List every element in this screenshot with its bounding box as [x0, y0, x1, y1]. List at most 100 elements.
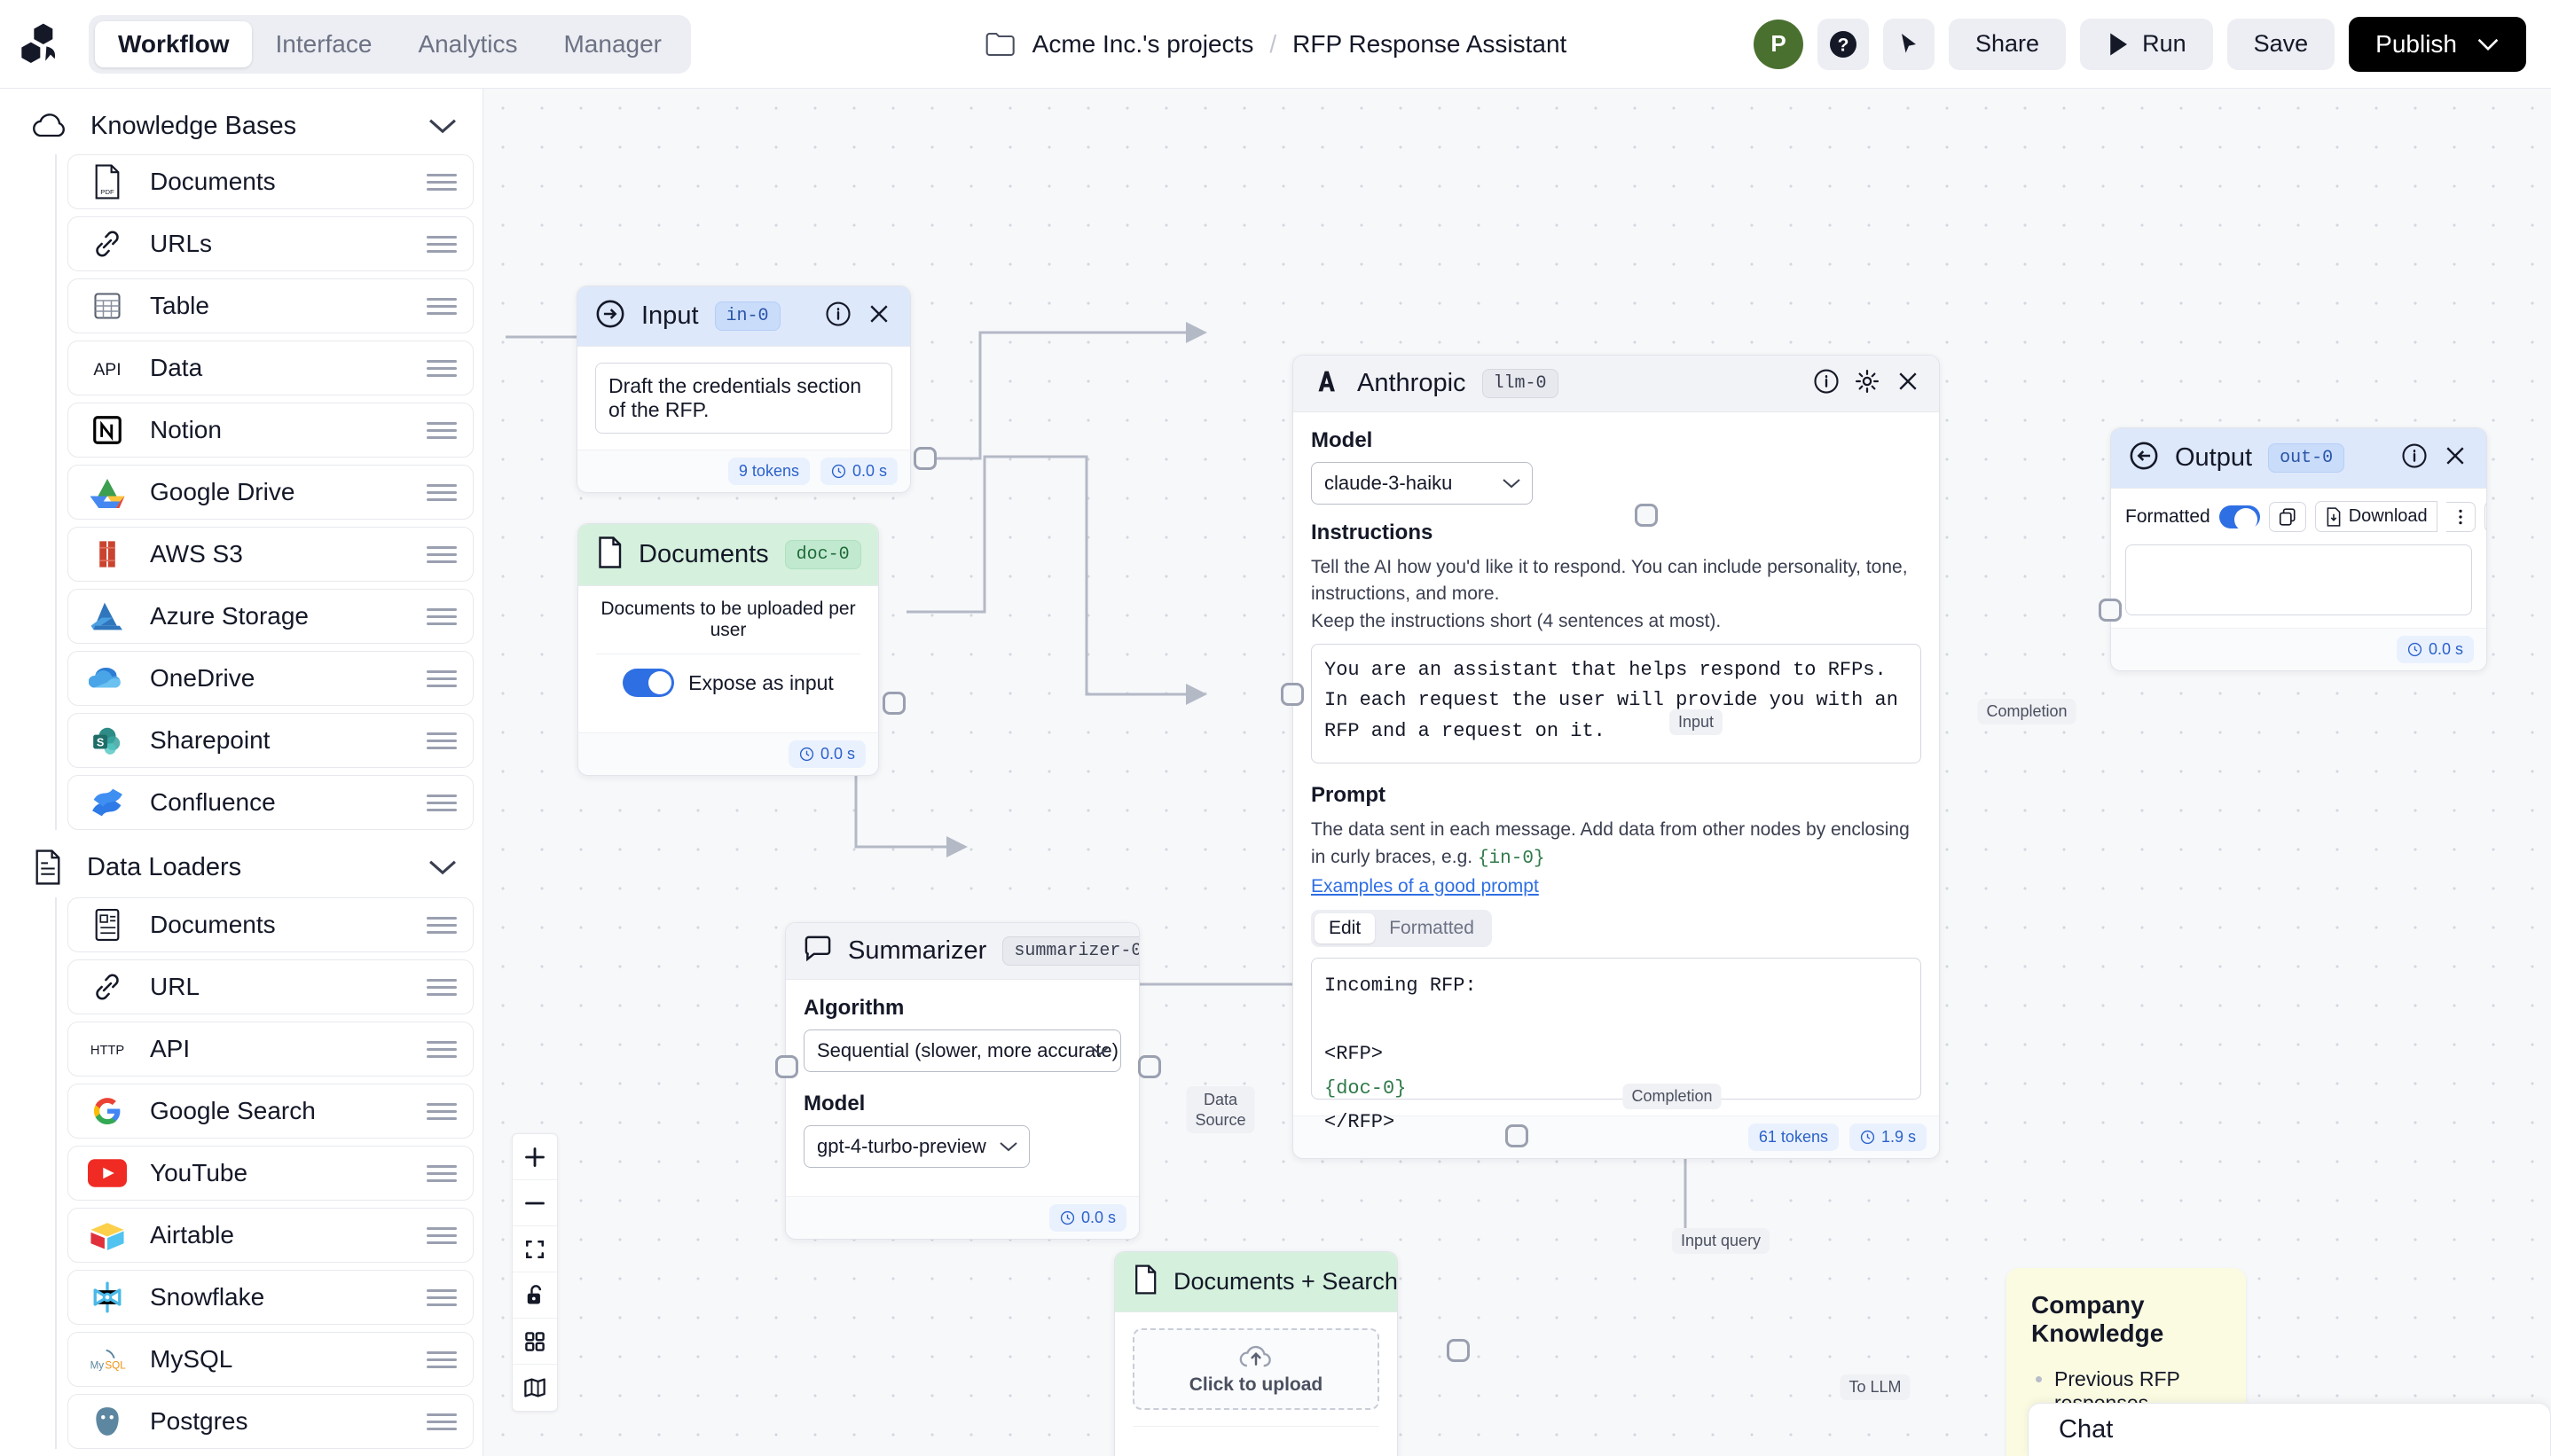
nav-tab-interface[interactable]: Interface — [252, 21, 395, 67]
sidebar-item-onedrive[interactable]: OneDrive — [67, 651, 474, 706]
grid-toggle-button[interactable] — [513, 1319, 557, 1365]
copy-button[interactable] — [2268, 501, 2306, 532]
sidebar-item-data[interactable]: API Data — [67, 341, 474, 395]
drag-handle-icon[interactable] — [427, 421, 457, 439]
docsearch-to-llm-port[interactable] — [1447, 1339, 1470, 1362]
sidebar-item-google-drive[interactable]: Google Drive — [67, 465, 474, 520]
docsearch-node[interactable]: Documents + Search docemb-0 Click to upl… — [1114, 1251, 1398, 1456]
input-node[interactable]: Input in-0 Draft the credentials section… — [577, 286, 911, 493]
drag-handle-icon[interactable] — [427, 1040, 457, 1058]
drag-handle-icon[interactable] — [427, 669, 457, 687]
upload-dropzone[interactable]: Click to upload — [1133, 1328, 1379, 1410]
sidebar-item-sharepoint[interactable]: S Sharepoint — [67, 713, 474, 768]
drag-handle-icon[interactable] — [427, 794, 457, 811]
sidebar-item-urls[interactable]: URLs — [67, 216, 474, 271]
drag-handle-icon[interactable] — [427, 1413, 457, 1430]
breadcrumb-current[interactable]: RFP Response Assistant — [1292, 30, 1566, 59]
sidebar-item-confluence[interactable]: Confluence — [67, 775, 474, 830]
cursor-tool-button[interactable] — [1883, 18, 1935, 70]
summarizer-input-port[interactable] — [775, 1055, 798, 1078]
breadcrumb-project[interactable]: Acme Inc.'s projects — [1032, 30, 1254, 59]
expose-as-input-toggle[interactable] — [623, 669, 675, 697]
sidebar-item-google-search[interactable]: Google Search — [67, 1084, 474, 1139]
lock-toggle-button[interactable] — [513, 1272, 557, 1319]
drag-handle-icon[interactable] — [427, 545, 457, 563]
drag-handle-icon[interactable] — [427, 1102, 457, 1120]
model-select[interactable]: gpt-4-turbo-preview — [804, 1125, 1030, 1168]
summarizer-output-port[interactable] — [1138, 1055, 1161, 1078]
drag-handle-icon[interactable] — [427, 732, 457, 749]
drag-handle-icon[interactable] — [427, 916, 457, 934]
close-icon[interactable] — [1895, 368, 1921, 399]
sidebar-item-documents-loader[interactable]: Documents — [67, 897, 474, 952]
help-button[interactable]: ? — [1817, 18, 1870, 70]
info-icon[interactable] — [1813, 368, 1840, 399]
workflow-canvas[interactable]: Input in-0 Draft the credentials section… — [483, 89, 2551, 1456]
sidebar-item-documents[interactable]: PDF Documents — [67, 154, 474, 209]
tab-edit[interactable]: Edit — [1315, 913, 1376, 944]
output-node[interactable]: Output out-0 Formatted Download 0.0 s — [2110, 427, 2487, 671]
drag-handle-icon[interactable] — [427, 359, 457, 377]
anthropic-node[interactable]: Anthropic llm-0 Model claude-3-haiku Ins… — [1292, 355, 1940, 1160]
summarizer-node[interactable]: Summarizer summarizer-0 Algorithm Sequen… — [785, 922, 1140, 1240]
share-button[interactable]: Share — [1949, 18, 2067, 70]
info-icon[interactable] — [2401, 442, 2428, 474]
close-icon[interactable] — [866, 301, 892, 332]
minimap-toggle-button[interactable] — [513, 1365, 557, 1411]
publish-button[interactable]: Publish — [2349, 16, 2526, 72]
sidebar-item-postgres[interactable]: Postgres — [67, 1394, 474, 1449]
gear-icon[interactable] — [877, 539, 878, 570]
nav-tab-analytics[interactable]: Analytics — [395, 21, 540, 67]
input-value-textarea[interactable]: Draft the credentials section of the RFP… — [595, 363, 892, 434]
instructions-textarea[interactable]: You are an assistant that helps respond … — [1311, 644, 1921, 764]
avatar[interactable]: P — [1754, 19, 1804, 69]
gear-icon[interactable] — [1854, 368, 1880, 399]
tab-formatted[interactable]: Formatted — [1375, 913, 1488, 943]
sidebar-item-url[interactable]: URL — [67, 959, 474, 1014]
drag-handle-icon[interactable] — [427, 483, 457, 501]
nav-tab-manager[interactable]: Manager — [540, 21, 685, 67]
sidebar-item-notion[interactable]: Notion — [67, 403, 474, 458]
drag-handle-icon[interactable] — [427, 297, 457, 315]
drag-handle-icon[interactable] — [427, 978, 457, 996]
app-logo[interactable] — [0, 20, 89, 69]
drag-handle-icon[interactable] — [427, 1350, 457, 1368]
chat-panel[interactable]: Chat — [2028, 1403, 2551, 1456]
prompt-examples-link[interactable]: Examples of a good prompt — [1311, 876, 1921, 897]
drag-handle-icon[interactable] — [427, 173, 457, 191]
fit-view-button[interactable] — [513, 1226, 557, 1272]
drag-handle-icon[interactable] — [427, 1164, 457, 1182]
info-icon[interactable] — [825, 301, 852, 332]
documents-node[interactable]: Documents doc-0 Documents to be uploaded… — [577, 523, 879, 776]
nav-tab-workflow[interactable]: Workflow — [95, 20, 253, 67]
zoom-out-button[interactable] — [513, 1180, 557, 1226]
docsearch-input-query-port[interactable] — [1505, 1124, 1528, 1147]
sidebar-section-knowledge-bases[interactable]: Knowledge Bases — [0, 98, 483, 154]
sidebar-item-table[interactable]: Table — [67, 278, 474, 333]
output-value-textarea[interactable] — [2125, 544, 2472, 615]
more-button[interactable] — [2445, 501, 2476, 532]
anthropic-input-port[interactable] — [1281, 683, 1304, 706]
formatted-toggle[interactable] — [2218, 505, 2260, 531]
anthropic-completion-port[interactable] — [1635, 504, 1658, 527]
chevron-down-icon[interactable] — [428, 857, 458, 877]
sidebar-item-mysql[interactable]: My SQL MySQL — [67, 1332, 474, 1387]
download-button[interactable]: Download — [2314, 501, 2437, 532]
anthropic-model-select[interactable]: claude-3-haiku — [1311, 462, 1533, 505]
sidebar-section-data-loaders[interactable]: Data Loaders — [0, 837, 483, 897]
drag-handle-icon[interactable] — [427, 235, 457, 253]
sidebar-item-aws-s3[interactable]: AWS S3 — [67, 527, 474, 582]
sidebar-item-youtube[interactable]: YouTube — [67, 1146, 474, 1201]
save-button[interactable]: Save — [2226, 18, 2335, 70]
zoom-in-button[interactable] — [513, 1134, 557, 1180]
run-button[interactable]: Run — [2080, 18, 2213, 70]
sidebar-item-azure-storage[interactable]: Azure Storage — [67, 589, 474, 644]
input-node-output-port[interactable] — [914, 447, 937, 470]
sidebar-item-api[interactable]: HTTP API — [67, 1022, 474, 1076]
drag-handle-icon[interactable] — [427, 607, 457, 625]
algorithm-select[interactable]: Sequential (slower, more accurate) — [804, 1029, 1121, 1072]
output-input-port[interactable] — [2099, 599, 2122, 622]
chevron-down-icon[interactable] — [428, 116, 458, 136]
prompt-textarea[interactable]: Incoming RFP: <RFP> {doc-0} </RFP> — [1311, 958, 1921, 1133]
drag-handle-icon[interactable] — [427, 1226, 457, 1244]
